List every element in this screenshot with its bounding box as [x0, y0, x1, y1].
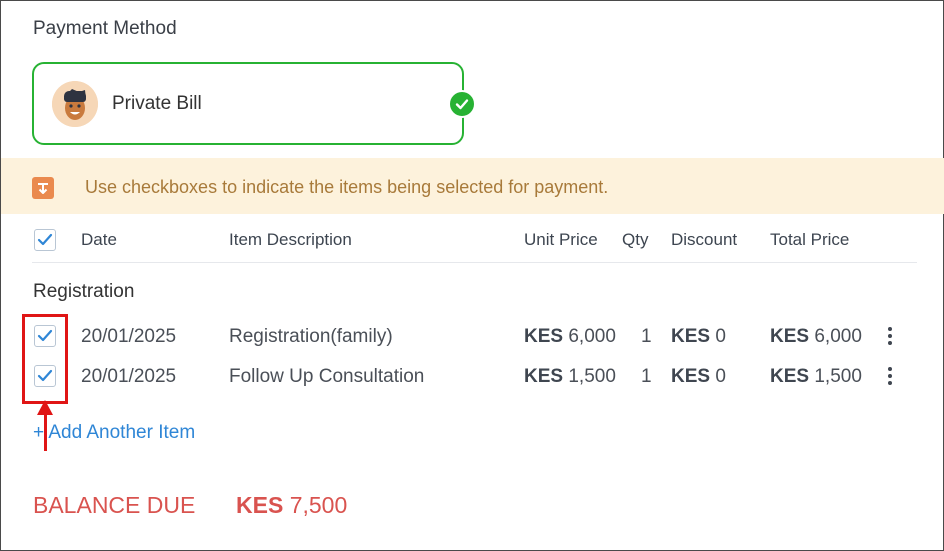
payment-option-label: Private Bill: [112, 93, 202, 114]
currency-code: KES: [671, 326, 711, 347]
group-label-registration: Registration: [33, 281, 135, 302]
row-date: 20/01/2025: [81, 326, 177, 347]
amount: 6,000: [814, 326, 862, 347]
header-unit-price: Unit Price: [524, 230, 598, 249]
select-all-checkbox[interactable]: [34, 229, 56, 251]
amount: 6,000: [568, 326, 616, 347]
currency-code: KES: [770, 326, 810, 347]
payment-option-private-bill[interactable]: Private Bill: [32, 62, 476, 145]
row-unit-price: KES 1,500: [524, 366, 616, 388]
currency-code: KES: [236, 492, 284, 518]
add-another-item-link[interactable]: + Add Another Item: [33, 422, 195, 444]
payment-panel: Payment Method Private Bill Use checkbox…: [0, 0, 944, 551]
amount: 1,500: [814, 366, 862, 387]
row-unit-price: KES 6,000: [524, 326, 616, 348]
selection-notice: Use checkboxes to indicate the items bei…: [1, 158, 944, 214]
notice-text: Use checkboxes to indicate the items bei…: [85, 177, 609, 197]
currency-code: KES: [524, 326, 564, 347]
amount: 0: [715, 366, 726, 387]
amount: 0: [715, 326, 726, 347]
header-divider: [32, 262, 917, 263]
kebab-menu-icon[interactable]: [888, 327, 892, 345]
balance-due-amount: KES 7,500: [236, 492, 347, 519]
header-description: Item Description: [229, 230, 352, 249]
row-qty: 1: [641, 326, 652, 347]
header-qty: Qty: [622, 230, 649, 249]
row-qty: 1: [641, 366, 652, 387]
check-circle-icon: [448, 90, 476, 118]
amount: 1,500: [568, 366, 616, 387]
balance-due-label: BALANCE DUE: [33, 492, 196, 518]
row-discount: KES 0: [671, 366, 726, 388]
row-description: Registration(family): [229, 326, 393, 347]
annotation-highlight-box: [22, 314, 68, 404]
header-total-price: Total Price: [770, 230, 850, 249]
row-total-price: KES 6,000: [770, 326, 862, 348]
header-date: Date: [81, 230, 117, 249]
payment-method-title: Payment Method: [33, 18, 177, 39]
currency-code: KES: [770, 366, 810, 387]
checkbox-check-icon: [37, 233, 53, 246]
row-discount: KES 0: [671, 326, 726, 348]
amount: 7,500: [289, 492, 348, 518]
row-total-price: KES 1,500: [770, 366, 862, 388]
currency-code: KES: [671, 366, 711, 387]
kebab-menu-icon[interactable]: [888, 367, 892, 385]
currency-code: KES: [524, 366, 564, 387]
avatar-icon: [52, 81, 98, 127]
row-date: 20/01/2025: [81, 366, 177, 387]
header-discount: Discount: [671, 230, 738, 249]
info-arrow-icon: [32, 177, 54, 199]
row-description: Follow Up Consultation: [229, 366, 425, 387]
